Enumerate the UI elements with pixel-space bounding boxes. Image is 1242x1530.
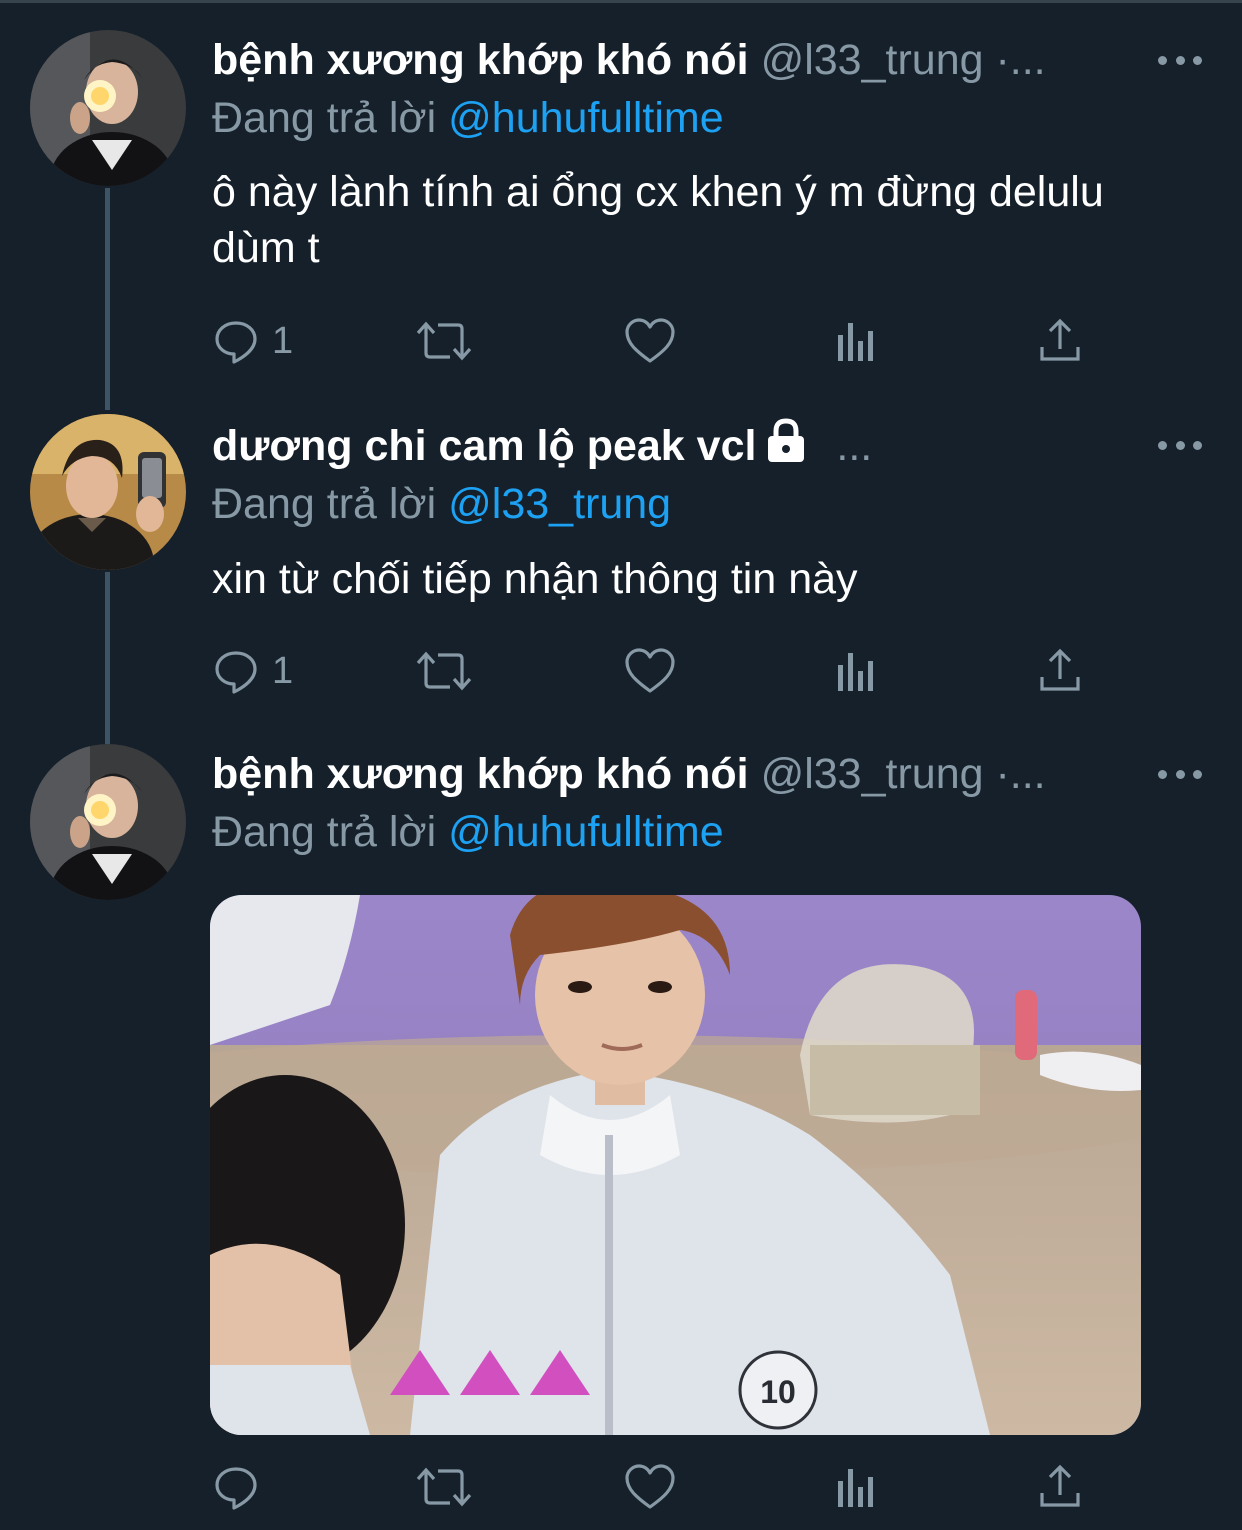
reply-prefix: Đang trả lời <box>212 94 437 142</box>
share-icon <box>1040 318 1080 361</box>
share-icon <box>1040 648 1080 691</box>
retweet-icon <box>416 1467 472 1507</box>
avatar[interactable] <box>30 414 186 570</box>
tweet-header: bệnh xương khớp khó nói @l33_trung ·... <box>212 32 1046 88</box>
reply-count: 1 <box>272 319 294 362</box>
tweet-text: xin từ chối tiếp nhận thông tin này <box>212 555 858 603</box>
thread-connector <box>105 188 110 410</box>
tweet-text: ô này lành tính ai ổng cx khen ý m đừng … <box>212 168 1104 272</box>
more-icon[interactable] <box>1158 435 1202 455</box>
reply-prefix: Đang trả lời <box>212 480 437 528</box>
display-name[interactable]: dương chi cam lộ peak vcl <box>212 422 756 470</box>
jersey-number: 10 <box>760 1374 796 1410</box>
user-handle[interactable]: @l33_trung ·... <box>761 750 1046 798</box>
tweet-actions: 1 <box>212 316 1092 366</box>
analytics-button[interactable] <box>834 1462 878 1512</box>
reply-button[interactable]: 1 <box>212 316 293 366</box>
analytics-icon <box>838 653 873 691</box>
retweet-button[interactable] <box>414 646 474 696</box>
display-name[interactable]: bệnh xương khớp khó nói <box>212 750 749 798</box>
reply-mention-link[interactable]: @huhufulltime <box>448 94 724 142</box>
analytics-button[interactable] <box>834 316 878 366</box>
reply-context: Đang trả lời @huhufulltime <box>212 90 724 146</box>
user-handle[interactable]: ... <box>836 422 872 470</box>
like-icon <box>625 318 675 363</box>
more-icon[interactable] <box>1158 764 1202 784</box>
reply-icon <box>215 651 257 694</box>
reply-button[interactable] <box>212 1462 272 1512</box>
like-icon <box>625 648 675 693</box>
share-icon <box>1040 1464 1080 1507</box>
reply-count: 1 <box>272 649 294 692</box>
share-button[interactable] <box>1038 646 1082 696</box>
retweet-icon <box>416 321 472 361</box>
avatar[interactable] <box>30 30 186 186</box>
like-button[interactable] <box>624 646 676 696</box>
reply-mention-link[interactable]: @l33_trung <box>448 480 671 528</box>
analytics-icon <box>838 323 873 361</box>
share-button[interactable] <box>1038 1462 1082 1512</box>
reply-prefix: Đang trả lời <box>212 808 437 856</box>
retweet-button[interactable] <box>414 1462 474 1512</box>
top-divider <box>0 0 1242 3</box>
tweet-actions: 1 <box>212 646 1092 696</box>
lock-icon <box>768 418 805 462</box>
display-name[interactable]: bệnh xương khớp khó nói <box>212 36 749 84</box>
reply-context: Đang trả lời @huhufulltime <box>212 804 724 860</box>
share-button[interactable] <box>1038 316 1082 366</box>
retweet-button[interactable] <box>414 316 474 366</box>
avatar[interactable] <box>30 744 186 900</box>
reply-icon <box>215 1467 257 1510</box>
reply-mention-link[interactable]: @huhufulltime <box>448 808 724 856</box>
tweet-media-image[interactable]: 10 <box>210 895 1141 1435</box>
analytics-button[interactable] <box>834 646 878 696</box>
retweet-icon <box>416 651 472 691</box>
like-button[interactable] <box>624 316 676 366</box>
tweet-actions <box>212 1462 1092 1512</box>
like-icon <box>625 1464 675 1509</box>
more-icon[interactable] <box>1158 50 1202 70</box>
like-button[interactable] <box>624 1462 676 1512</box>
analytics-icon <box>838 1469 873 1507</box>
tweet-header: bệnh xương khớp khó nói @l33_trung ·... <box>212 746 1046 802</box>
tweet-header: dương chi cam lộ peak vcl ... <box>212 418 872 474</box>
thread-connector <box>105 572 110 744</box>
reply-icon <box>215 321 257 364</box>
user-handle[interactable]: @l33_trung ·... <box>761 36 1046 84</box>
reply-context: Đang trả lời @l33_trung <box>212 476 671 532</box>
reply-button[interactable]: 1 <box>212 646 293 696</box>
